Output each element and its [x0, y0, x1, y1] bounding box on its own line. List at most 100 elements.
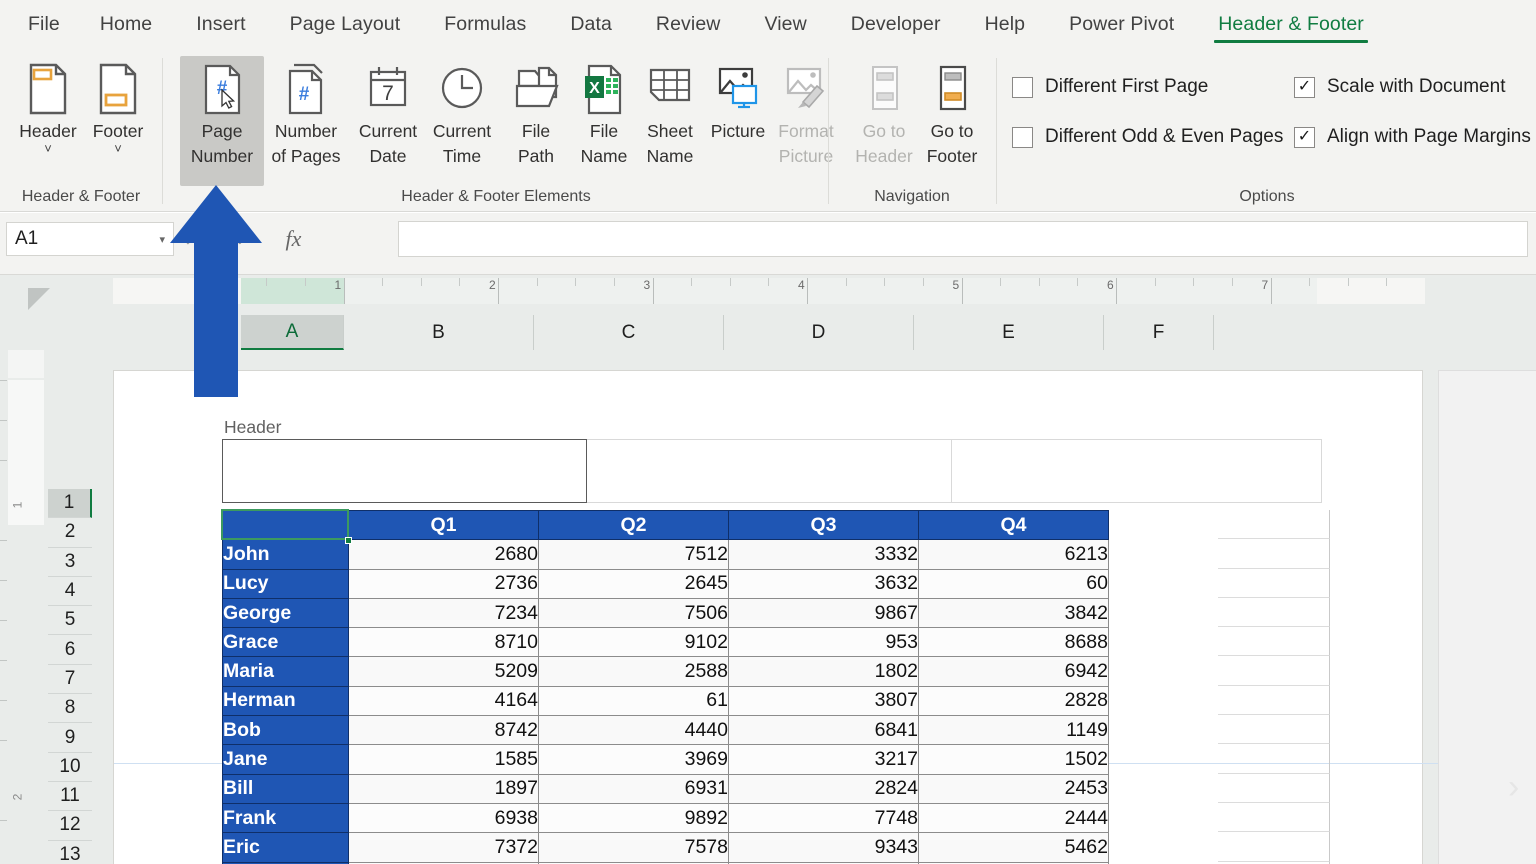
empty-cell[interactable] — [1218, 744, 1330, 773]
table-row-name[interactable]: Lucy — [223, 569, 349, 598]
table-row-name[interactable]: Jane — [223, 745, 349, 774]
table-cell[interactable]: 1149 — [919, 716, 1109, 745]
empty-cell[interactable] — [1218, 715, 1330, 744]
table-cell[interactable]: 3332 — [729, 540, 919, 569]
footer-button[interactable]: Footer ˅ — [76, 56, 160, 156]
ribbon-tab-formulas[interactable]: Formulas — [422, 1, 548, 47]
empty-cell[interactable] — [1218, 832, 1330, 861]
table-cell[interactable]: 3217 — [729, 745, 919, 774]
row-header-3[interactable]: 3 — [48, 548, 92, 577]
table-row-name[interactable]: Frank — [223, 803, 349, 832]
row-header-4[interactable]: 4 — [48, 577, 92, 606]
table-corner-header[interactable] — [223, 511, 349, 540]
insert-function-icon[interactable]: fx — [286, 226, 302, 252]
table-cell[interactable]: 9892 — [539, 803, 729, 832]
column-header-E[interactable]: E — [914, 315, 1104, 350]
column-header-B[interactable]: B — [344, 315, 534, 350]
page-number-button[interactable]: # Page Number — [180, 56, 264, 186]
table-row[interactable]: Lucy27362645363260 — [223, 569, 1109, 598]
data-table[interactable]: Q1Q2Q3Q4 John2680751233326213Lucy2736264… — [222, 510, 1109, 864]
table-column-header-Q4[interactable]: Q4 — [919, 511, 1109, 540]
table-row-name[interactable]: Bill — [223, 774, 349, 803]
table-cell[interactable]: 9102 — [539, 628, 729, 657]
ribbon-tab-developer[interactable]: Developer — [829, 1, 963, 47]
option-align-with-page-margins[interactable]: ✓ Align with Page Margins — [1294, 126, 1531, 148]
table-row[interactable]: Bill1897693128242453 — [223, 774, 1109, 803]
table-cell[interactable]: 60 — [919, 569, 1109, 598]
header-right-section[interactable] — [952, 439, 1322, 503]
table-row-name[interactable]: Bob — [223, 716, 349, 745]
table-row[interactable]: Bob8742444068411149 — [223, 716, 1109, 745]
table-cell[interactable]: 2736 — [349, 569, 539, 598]
table-column-header-Q3[interactable]: Q3 — [729, 511, 919, 540]
empty-cell[interactable] — [1218, 627, 1330, 656]
column-header-F[interactable]: F — [1104, 315, 1214, 350]
ribbon-tab-view[interactable]: View — [742, 1, 828, 47]
table-row[interactable]: John2680751233326213 — [223, 540, 1109, 569]
header-left-section[interactable] — [222, 439, 587, 503]
table-row-name[interactable]: Maria — [223, 657, 349, 686]
checkbox-align-with-page-margins[interactable]: ✓ — [1294, 127, 1315, 148]
checkbox-scale-with-document[interactable]: ✓ — [1294, 77, 1315, 98]
table-cell[interactable]: 6213 — [919, 540, 1109, 569]
table-cell[interactable]: 6938 — [349, 803, 539, 832]
table-cell[interactable]: 3969 — [539, 745, 729, 774]
empty-cell[interactable] — [1218, 569, 1330, 598]
ribbon-tab-review[interactable]: Review — [634, 1, 743, 47]
table-cell[interactable]: 1802 — [729, 657, 919, 686]
table-cell[interactable]: 7748 — [729, 803, 919, 832]
table-column-header-Q2[interactable]: Q2 — [539, 511, 729, 540]
table-cell[interactable]: 6841 — [729, 716, 919, 745]
option-different-first-page[interactable]: Different First Page — [1012, 76, 1208, 98]
table-row[interactable]: Herman41646138072828 — [223, 686, 1109, 715]
table-cell[interactable]: 2444 — [919, 803, 1109, 832]
table-cell[interactable]: 8742 — [349, 716, 539, 745]
table-cell[interactable]: 1897 — [349, 774, 539, 803]
go-to-footer-button[interactable]: Go to Footer — [910, 56, 994, 168]
table-cell[interactable]: 8710 — [349, 628, 539, 657]
table-cell[interactable]: 2453 — [919, 774, 1109, 803]
table-row[interactable]: Maria5209258818026942 — [223, 657, 1109, 686]
table-cell[interactable]: 9343 — [729, 833, 919, 862]
chevron-down-icon[interactable]: ˅ — [44, 142, 52, 156]
table-cell[interactable]: 2680 — [349, 540, 539, 569]
table-cell[interactable]: 7512 — [539, 540, 729, 569]
checkbox-different-first-page[interactable] — [1012, 77, 1033, 98]
formula-input[interactable] — [398, 221, 1528, 257]
row-header-13[interactable]: 13 — [48, 841, 92, 864]
table-cell[interactable]: 953 — [729, 628, 919, 657]
chevron-down-icon[interactable]: ▾ — [159, 233, 165, 246]
ribbon-tab-header-footer[interactable]: Header & Footer — [1196, 1, 1386, 47]
table-cell[interactable]: 3632 — [729, 569, 919, 598]
empty-cell[interactable] — [1218, 598, 1330, 627]
table-cell[interactable]: 2588 — [539, 657, 729, 686]
empty-cell[interactable] — [1218, 539, 1330, 568]
table-row-name[interactable]: John — [223, 540, 349, 569]
table-row[interactable]: Grace871091029538688 — [223, 628, 1109, 657]
row-header-11[interactable]: 11 — [48, 782, 92, 811]
table-cell[interactable]: 3807 — [729, 686, 919, 715]
option-scale-with-document[interactable]: ✓ Scale with Document — [1294, 76, 1505, 98]
table-row[interactable]: George7234750698673842 — [223, 598, 1109, 627]
table-cell[interactable]: 3842 — [919, 598, 1109, 627]
number-of-pages-button[interactable]: # Number of Pages — [264, 56, 348, 168]
table-row-name[interactable]: Herman — [223, 686, 349, 715]
ribbon-tab-home[interactable]: Home — [78, 1, 174, 47]
row-header-1[interactable]: 1 — [48, 489, 92, 518]
table-cell[interactable]: 8688 — [919, 628, 1109, 657]
chevron-right-icon[interactable]: › — [1508, 768, 1519, 807]
table-row-name[interactable]: George — [223, 598, 349, 627]
table-cell[interactable]: 7506 — [539, 598, 729, 627]
table-row[interactable]: Frank6938989277482444 — [223, 803, 1109, 832]
header-center-section[interactable] — [587, 439, 952, 503]
ribbon-tab-help[interactable]: Help — [963, 1, 1048, 47]
table-cell[interactable]: 61 — [539, 686, 729, 715]
column-header-D[interactable]: D — [724, 315, 914, 350]
table-cell[interactable]: 2828 — [919, 686, 1109, 715]
option-different-odd-even-pages[interactable]: Different Odd & Even Pages — [1012, 126, 1283, 148]
current-date-button[interactable]: 7 Current Date — [346, 56, 430, 168]
table-cell[interactable]: 1585 — [349, 745, 539, 774]
row-header-8[interactable]: 8 — [48, 694, 92, 723]
name-box[interactable]: A1 ▾ — [6, 222, 174, 256]
empty-cell[interactable] — [1218, 510, 1330, 539]
